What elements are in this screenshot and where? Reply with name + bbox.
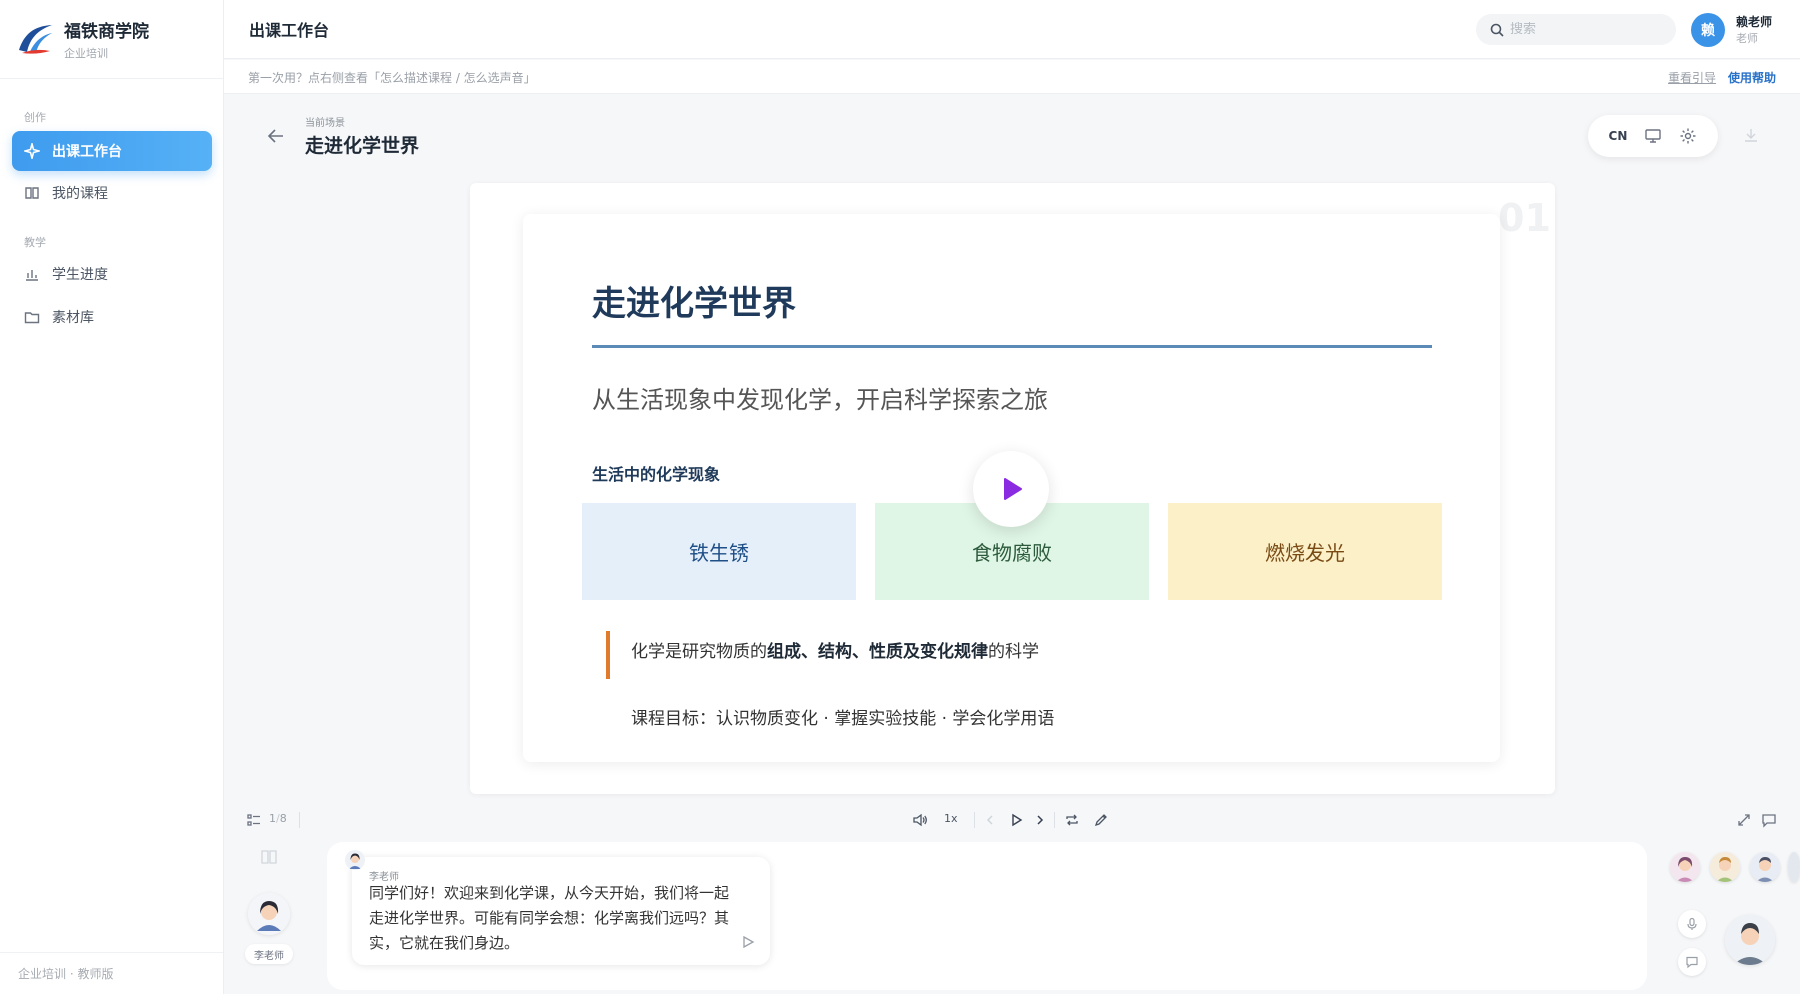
chevron-right-icon[interactable] [1032, 812, 1048, 828]
slide-number: 01 [1498, 196, 1551, 240]
sidebar-item-workbench[interactable]: 出课工作台 [12, 131, 212, 171]
slide-title-rule [592, 345, 1432, 348]
chat-icon [1685, 955, 1699, 969]
quote-post: 的科学 [988, 642, 1039, 662]
folder-icon [24, 309, 40, 325]
pen-icon[interactable] [1093, 812, 1109, 828]
divider [974, 812, 975, 828]
student-avatar[interactable] [1710, 852, 1740, 882]
arrow-left-icon [264, 124, 288, 148]
notebook-icon[interactable] [260, 848, 278, 866]
search-box[interactable] [1476, 14, 1676, 45]
quote-pre: 化学是研究物质的 [631, 642, 767, 662]
playback-controls: 1/8 1x [224, 803, 1800, 837]
chevron-left-icon[interactable] [982, 812, 998, 828]
replay-audio-icon[interactable] [740, 934, 756, 950]
slide-quote: 化学是研究物质的组成、结构、性质及变化规律的科学 [631, 637, 1039, 662]
volume-icon[interactable] [912, 812, 928, 828]
slide-title: 走进化学世界 [592, 284, 796, 324]
sidebar-item-label: 我的课程 [52, 186, 108, 202]
search-input[interactable] [1510, 22, 1660, 37]
quote-emphasis: 组成、结构、性质及变化规律 [767, 642, 988, 662]
teacher-name-tag: 李老师 [245, 944, 293, 964]
brand: 福铁商学院 企业培训 [0, 0, 223, 79]
play-small-icon[interactable] [1008, 812, 1024, 828]
bar-chart-icon [24, 266, 40, 282]
quote-accent-bar [606, 631, 610, 679]
back-button[interactable] [264, 124, 288, 148]
slide-section-heading: 生活中的化学现象 [592, 465, 721, 484]
gear-icon[interactable] [1679, 127, 1697, 145]
view-toolbar: CN [1588, 115, 1718, 157]
sidebar-item-label: 出课工作台 [52, 144, 122, 160]
replay-guide-link[interactable]: 重看引导 [1668, 69, 1716, 86]
comment-icon[interactable] [1761, 812, 1777, 828]
nav-group-teach: 教学 [24, 236, 46, 249]
brand-name: 福铁商学院 [64, 22, 149, 42]
sidebar-item-label: 学生进度 [52, 267, 108, 283]
play-button[interactable] [973, 451, 1049, 527]
outline-list-icon[interactable] [246, 812, 262, 828]
page-current: 1 [269, 812, 276, 825]
loop-icon[interactable] [1064, 812, 1080, 828]
user-role: 老师 [1736, 32, 1758, 45]
slide-subtitle: 从生活现象中发现化学，开启科学探索之旅 [592, 386, 1048, 414]
play-icon [997, 475, 1025, 503]
help-link[interactable]: 使用帮助 [1728, 69, 1776, 86]
scene-label: 当前场景 [305, 118, 345, 129]
brand-subtitle: 企业培训 [64, 47, 108, 60]
message-avatar [345, 850, 365, 870]
speed-selector[interactable]: 1x [944, 812, 958, 825]
sidebar-item-student-progress[interactable]: 学生进度 [12, 254, 212, 294]
hint-text: 第一次用？点右侧查看「怎么描述课程 / 怎么选声音」 [248, 71, 536, 85]
user-name[interactable]: 赖老师 [1736, 13, 1772, 30]
sidebar-item-materials[interactable]: 素材库 [12, 297, 212, 337]
sidebar-item-my-courses[interactable]: 我的课程 [12, 173, 212, 213]
student-avatar[interactable] [1670, 852, 1700, 882]
course-goal: 课程目标：认识物质变化 · 掌握实验技能 · 学会化学用语 [631, 709, 1055, 729]
microphone-icon [1685, 917, 1699, 931]
page-title: 出课工作台 [249, 21, 330, 40]
scene-title: 走进化学世界 [305, 135, 420, 157]
self-avatar[interactable] [1725, 915, 1775, 965]
divider [1054, 812, 1055, 828]
language-toggle[interactable]: CN [1609, 129, 1628, 143]
message-text: 同学们好！欢迎来到化学课，从今天开始，我们将一起走进化学世界。可能有同学会想：化… [369, 884, 730, 952]
logo-icon [16, 22, 54, 56]
student-avatar[interactable] [1788, 852, 1800, 882]
phenomenon-card-rust: 铁生锈 [582, 503, 856, 600]
topbar: 出课工作台 赖 赖老师 老师 [224, 0, 1800, 59]
nav-group-create: 创作 [24, 111, 46, 124]
search-icon [1490, 23, 1504, 37]
microphone-button[interactable] [1678, 910, 1706, 938]
download-icon[interactable] [1742, 126, 1760, 144]
page-indicator: 1/8 [269, 812, 287, 825]
user-avatar[interactable]: 赖 [1691, 13, 1725, 47]
sparkle-icon [24, 143, 40, 159]
monitor-icon[interactable] [1644, 127, 1662, 145]
book-icon [24, 185, 40, 201]
sidebar-footer: 企业培训 · 教师版 [0, 952, 223, 994]
page-total: 8 [279, 812, 287, 825]
chat-button[interactable] [1678, 948, 1706, 976]
teacher-avatar[interactable] [248, 893, 290, 935]
student-avatar[interactable] [1750, 852, 1780, 882]
sidebar: 福铁商学院 企业培训 创作 出课工作台 我的课程 教学 学生进度 素材库 企业培… [0, 0, 224, 994]
phenomenon-card-combustion: 燃烧发光 [1168, 503, 1442, 600]
expand-icon[interactable] [1736, 812, 1752, 828]
sidebar-item-label: 素材库 [52, 310, 94, 326]
hint-bar: 第一次用？点右侧查看「怎么描述课程 / 怎么选声音」 重看引导 使用帮助 [224, 60, 1800, 94]
divider [299, 812, 300, 828]
